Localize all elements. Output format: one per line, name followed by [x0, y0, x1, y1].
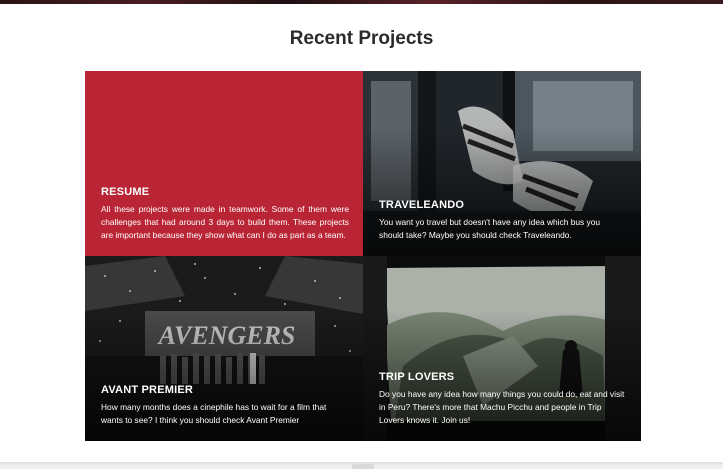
project-card-traveleando[interactable]: TRAVELEANDO You want yo travel but doesn… — [363, 71, 641, 256]
project-description: How many months does a cinephile has to … — [101, 402, 327, 425]
scroll-tab[interactable] — [352, 464, 374, 469]
projects-grid: RESUME All these projects were made in t… — [85, 71, 641, 441]
project-card-avant-premier[interactable]: AVENGERS — [85, 256, 363, 441]
project-title: AVANT PREMIER — [101, 384, 194, 396]
project-caption: RESUME All these projects were made in t… — [101, 186, 349, 242]
project-caption: AVANT PREMIER How many months does a cin… — [101, 384, 349, 427]
project-caption: TRAVELEANDO You want yo travel but doesn… — [379, 199, 627, 242]
section-title: Recent Projects — [289, 28, 434, 49]
project-title: TRAVELEANDO — [379, 199, 465, 211]
project-title: RESUME — [101, 186, 150, 198]
project-card-resume[interactable]: RESUME All these projects were made in t… — [85, 71, 363, 256]
project-description: Do you have any idea how many things you… — [379, 389, 625, 425]
project-description: All these projects were made in teamwork… — [101, 204, 349, 240]
project-caption: TRIP LOVERS Do you have any idea how man… — [379, 371, 627, 427]
project-card-trip-lovers[interactable]: TRIP LOVERS Do you have any idea how man… — [363, 256, 641, 441]
recent-projects-section: Recent Projects RESUME All these project… — [0, 4, 723, 462]
project-title: TRIP LOVERS — [379, 371, 455, 383]
project-description: You want yo travel but doesn't have any … — [379, 217, 601, 240]
